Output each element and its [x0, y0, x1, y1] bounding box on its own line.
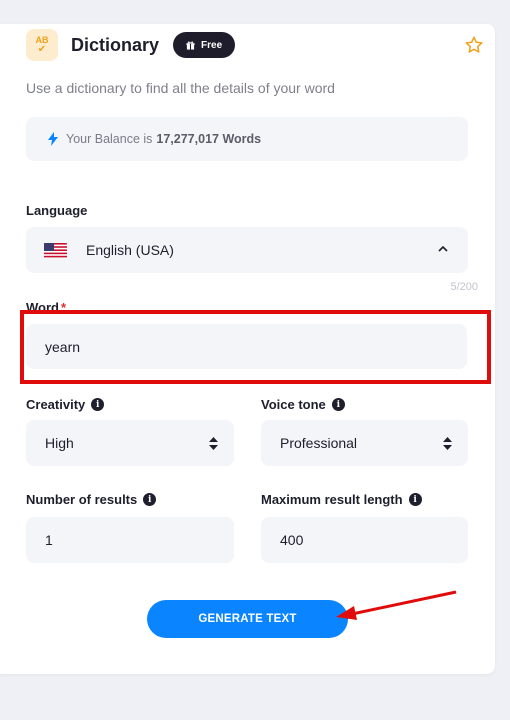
gift-icon [186, 41, 195, 50]
balance-panel: Your Balance is 17,277,017 Words [26, 117, 468, 161]
page-title: Dictionary [71, 34, 160, 55]
language-label-text: Language [26, 203, 88, 218]
info-icon[interactable]: i [91, 398, 105, 411]
language-select[interactable]: English (USA) [26, 227, 468, 273]
badge-label: Free [201, 39, 223, 51]
max-length-label-text: Maximum result length [261, 492, 403, 507]
voice-tone-value: Professional [280, 435, 358, 451]
us-flag-icon [44, 242, 67, 258]
sort-arrows-icon [209, 437, 218, 450]
header: AB ✔ Dictionary Free [26, 28, 484, 62]
page-description: Use a dictionary to find all the details… [26, 80, 335, 96]
voice-tone-label: Voice tone i [261, 397, 345, 412]
balance-prefix: Your Balance is [66, 132, 153, 146]
word-counter: 5/200 [450, 281, 478, 293]
star-icon[interactable] [464, 35, 484, 55]
info-icon[interactable]: i [143, 493, 157, 506]
num-results-input[interactable]: 1 [26, 517, 234, 563]
creativity-label-text: Creativity [26, 397, 86, 412]
red-annotation-arrow [336, 590, 457, 620]
num-results-label-text: Number of results [26, 492, 138, 507]
chevron-up-icon [438, 245, 448, 252]
red-highlight-box [20, 310, 491, 384]
creativity-value: High [45, 435, 74, 451]
voice-tone-label-text: Voice tone [261, 397, 326, 412]
dictionary-app-icon: AB ✔ [26, 29, 58, 61]
free-badge: Free [173, 32, 236, 58]
lightning-icon [48, 132, 58, 146]
language-label: Language [26, 203, 87, 218]
num-results-label: Number of results i [26, 492, 157, 507]
balance-amount: 17,277,017 Words [156, 132, 262, 146]
check-icon: ✔ [37, 44, 47, 55]
max-length-label: Maximum result length i [261, 492, 422, 507]
info-icon[interactable]: i [331, 398, 345, 411]
max-length-input[interactable]: 400 [261, 517, 468, 563]
generate-text-button[interactable]: GENERATE TEXT [147, 600, 348, 638]
info-icon[interactable]: i [408, 493, 422, 506]
creativity-select[interactable]: High [26, 420, 234, 466]
max-length-value: 400 [280, 532, 304, 548]
sort-arrows-icon [443, 437, 452, 450]
language-value: English (USA) [86, 242, 174, 258]
creativity-label: Creativity i [26, 397, 105, 412]
voice-tone-select[interactable]: Professional [261, 420, 468, 466]
num-results-value: 1 [45, 532, 53, 548]
